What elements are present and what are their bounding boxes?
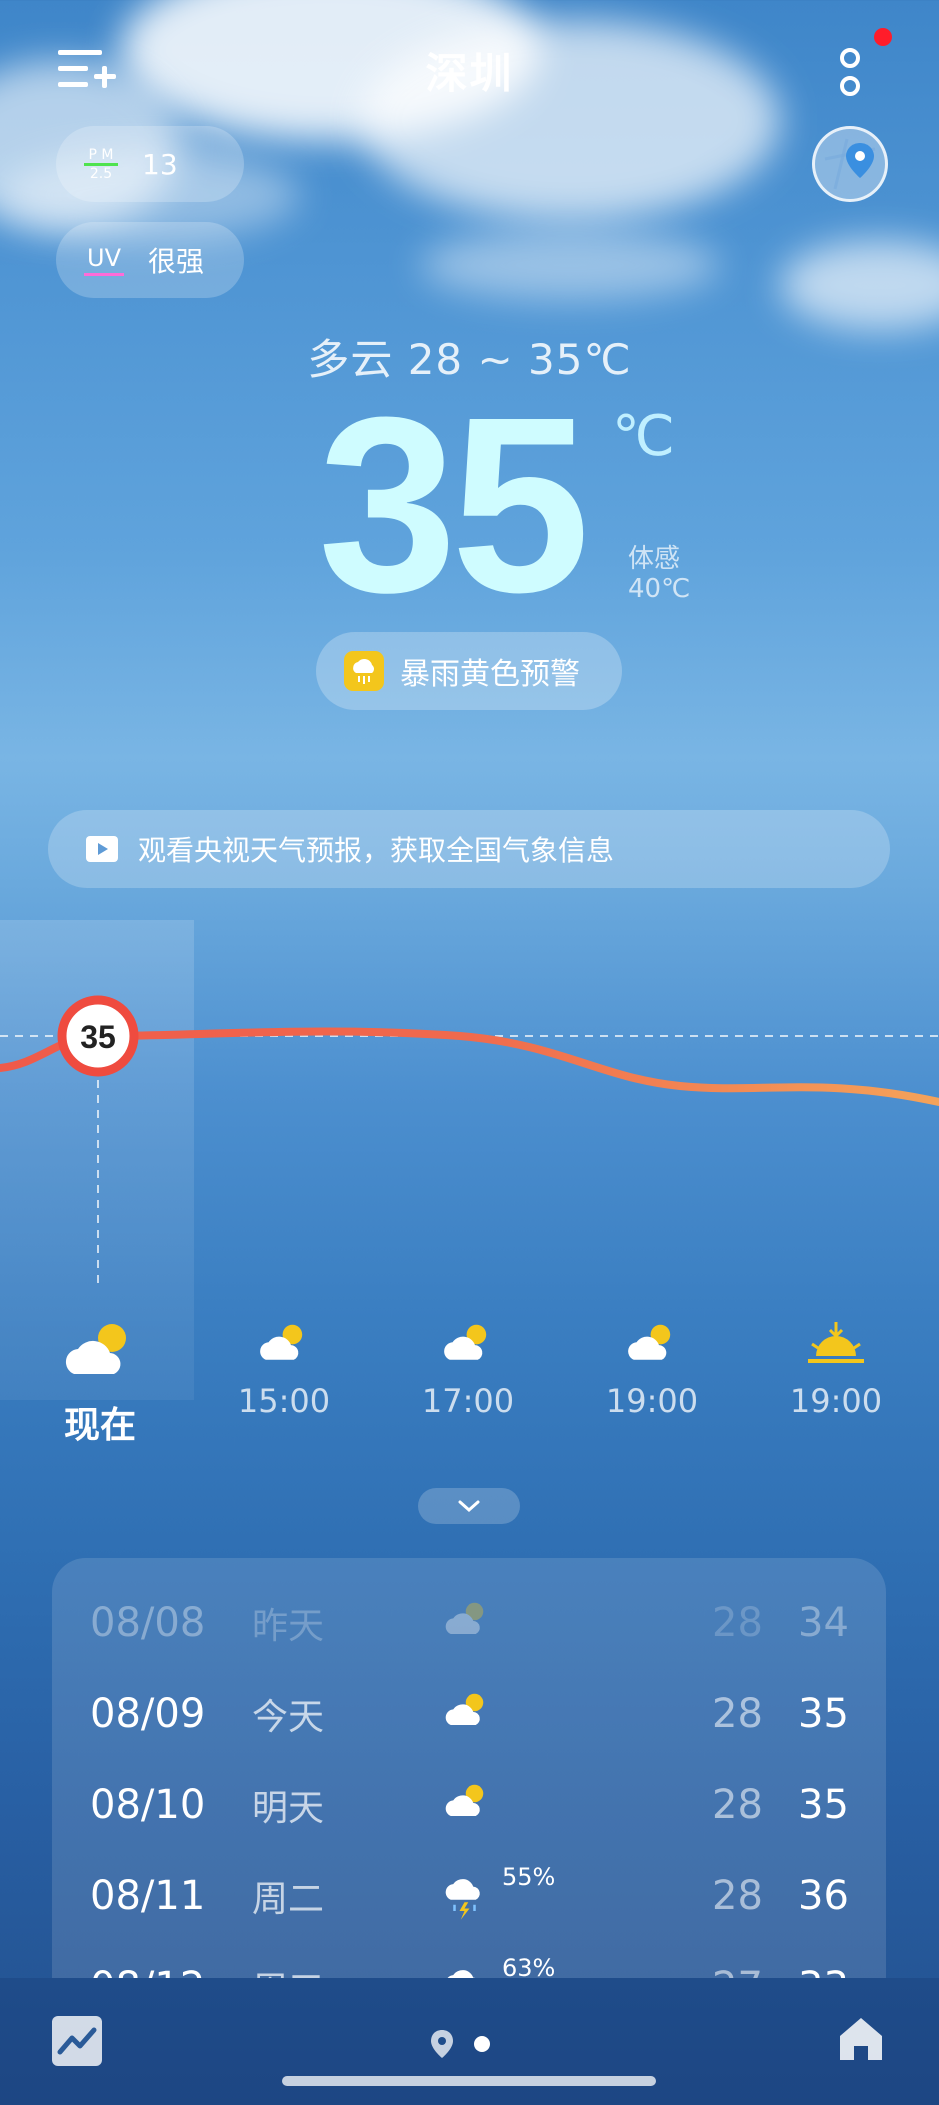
hour-item-1900[interactable]: 19:00	[572, 1320, 732, 1420]
pm25-label-bottom: 2.5	[89, 165, 113, 182]
hour-time: 15:00	[237, 1382, 331, 1420]
pm25-icon: P M 2.5	[84, 147, 118, 182]
daily-forecast-card: 08/08 昨天 28 34 08/09 今天 28 35 08/10 明天 2…	[52, 1558, 886, 1978]
day-row-0810[interactable]: 08/10 明天 28 35	[52, 1760, 886, 1850]
partly-cloudy-icon	[445, 1693, 484, 1725]
cctv-banner-text: 观看央视天气预报，获取全国气象信息	[138, 834, 615, 867]
hour-time: 现在	[63, 1405, 136, 1446]
partly-cloudy-icon	[628, 1324, 671, 1360]
day-precip: 55%	[502, 1863, 556, 1891]
day-name: 昨天	[252, 1606, 325, 1647]
day-name: 周二	[252, 1879, 325, 1920]
system-home-indicator[interactable]	[282, 2076, 656, 2086]
trend-chart-icon[interactable]	[52, 2016, 102, 2066]
notification-dot	[874, 28, 892, 46]
sunset-icon	[808, 1322, 864, 1363]
hour-time: 17:00	[421, 1382, 515, 1420]
day-date: 08/08	[90, 1600, 206, 1646]
day-low: 28	[712, 1691, 763, 1737]
temperature-curve-line	[0, 1027, 939, 1106]
page-indicator-dot	[474, 2036, 490, 2052]
uv-value: 很强	[148, 245, 205, 278]
weather-alert-badge[interactable]: 暴雨黄色预警	[316, 632, 622, 710]
partly-cloudy-icon	[444, 1324, 487, 1360]
more-options-icon[interactable]	[832, 46, 868, 102]
home-icon[interactable]	[834, 2012, 888, 2066]
uv-label: UV	[87, 243, 121, 272]
day-row-0808[interactable]: 08/08 昨天 28 34	[52, 1578, 886, 1668]
feels-like-label: 体感	[628, 544, 681, 574]
alert-text: 暴雨黄色预警	[400, 657, 580, 692]
current-temperature: 35	[318, 365, 590, 644]
day-date: 08/09	[90, 1691, 206, 1737]
uv-icon: UV	[84, 245, 124, 276]
day-row-0809[interactable]: 08/09 今天 28 35	[52, 1669, 886, 1759]
hour-item-sunset[interactable]: 19:00	[756, 1320, 916, 1420]
day-low: 28	[712, 1600, 763, 1646]
hour-time: 19:00	[605, 1382, 699, 1420]
day-date: 08/10	[90, 1782, 206, 1828]
city-title: 深圳	[425, 49, 514, 98]
temperature-unit: ℃	[612, 404, 675, 469]
pm25-pill[interactable]: P M 2.5 13	[56, 126, 244, 202]
day-low: 28	[712, 1873, 763, 1919]
day-high: 36	[798, 1873, 849, 1919]
now-temperature-label: 35	[80, 1019, 116, 1055]
day-name: 今天	[252, 1697, 325, 1738]
pm25-label-top: P M	[88, 146, 114, 163]
map-button[interactable]	[812, 126, 888, 202]
expand-hourly-button[interactable]	[418, 1488, 520, 1524]
partly-cloudy-icon	[445, 1602, 484, 1634]
day-high: 33	[798, 1964, 849, 1978]
partly-cloudy-icon	[260, 1324, 303, 1360]
day-high: 35	[798, 1782, 849, 1828]
video-play-icon	[86, 836, 118, 862]
rainstorm-warning-icon	[344, 651, 384, 691]
rain-icon	[447, 1970, 476, 1978]
day-name: 周三	[252, 1961, 324, 1978]
pm25-value: 13	[142, 147, 178, 181]
chevron-down-icon	[458, 1500, 480, 1513]
hour-item-now[interactable]: 现在	[20, 1320, 180, 1448]
thunder-rain-icon	[445, 1879, 480, 1920]
hour-item-1500[interactable]: 15:00	[204, 1320, 364, 1420]
day-row-0812[interactable]: 08/12 周三 63% 27 33	[52, 1942, 886, 1978]
feels-like-value: 40℃	[628, 574, 691, 604]
day-high: 35	[798, 1691, 849, 1737]
day-date: 08/12	[90, 1964, 205, 1978]
day-date: 08/11	[90, 1873, 206, 1919]
day-high: 34	[798, 1600, 849, 1646]
hour-item-1700[interactable]: 17:00	[388, 1320, 548, 1420]
location-page-indicator-icon[interactable]	[428, 2028, 456, 2064]
cctv-forecast-banner[interactable]: 观看央视天气预报，获取全国气象信息	[48, 810, 890, 888]
day-name: 明天	[252, 1788, 325, 1829]
day-low: 28	[712, 1782, 763, 1828]
day-precip: 63%	[502, 1954, 556, 1978]
partly-cloudy-icon	[65, 1324, 126, 1374]
uv-pill[interactable]: UV 很强	[56, 222, 244, 298]
hourly-temperature-curve: 35	[0, 995, 939, 1290]
hour-time: 19:00	[789, 1382, 883, 1420]
day-row-0811[interactable]: 08/11 周二 55% 28 36	[52, 1851, 886, 1941]
day-low: 27	[712, 1964, 763, 1978]
partly-cloudy-icon	[445, 1784, 484, 1816]
